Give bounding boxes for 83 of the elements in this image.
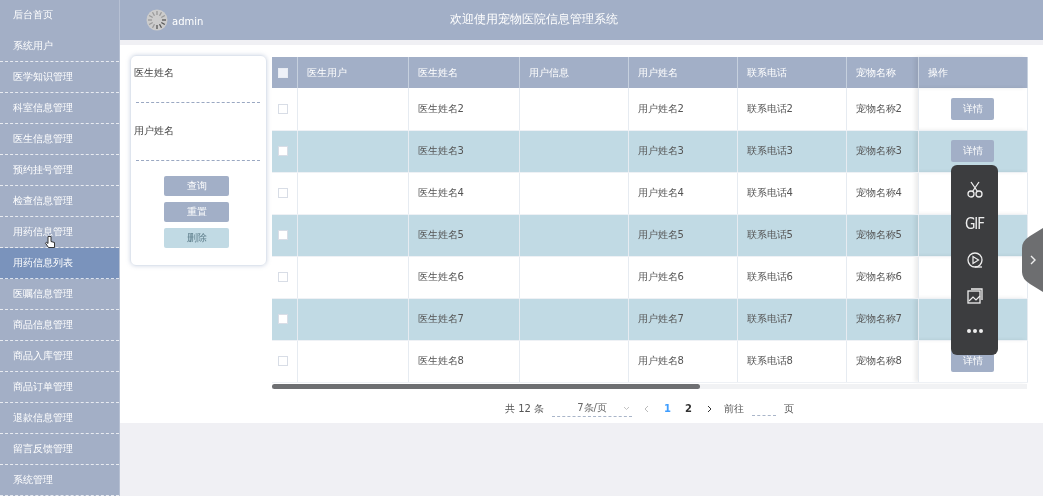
column-header: 医生用户 — [297, 57, 408, 88]
table-cell: 医生姓名3 — [408, 130, 519, 172]
sidebar-item[interactable]: 医嘱信息管理 — [0, 279, 119, 310]
caret-icon — [623, 405, 631, 411]
table-cell: 联系电话5 — [737, 214, 846, 256]
table-cell: 用户姓名8 — [628, 340, 737, 382]
table-cell: 联系电话4 — [737, 172, 846, 214]
table-cell: 用户姓名7 — [628, 298, 737, 340]
page-title: 欢迎使用宠物医院信息管理系统 — [450, 11, 618, 28]
sidebar-item[interactable]: 用药信息列表 — [0, 248, 119, 279]
table-cell: 医生姓名6 — [408, 256, 519, 298]
row-checkbox[interactable] — [278, 272, 288, 282]
sidebar-item[interactable]: 商品订单管理 — [0, 372, 119, 403]
table-cell: 联系电话3 — [737, 130, 846, 172]
field-label: 医生姓名 — [134, 66, 175, 78]
table-cell: 用户姓名4 — [628, 172, 737, 214]
details-button[interactable]: 详情 — [951, 97, 994, 120]
chevron-right-icon[interactable] — [707, 404, 712, 413]
search-panel-button[interactable]: 查询 — [164, 176, 229, 196]
table-cell: 宠物名称4 — [846, 172, 918, 214]
search-panel-button[interactable]: 重置 — [164, 202, 229, 222]
page-number[interactable]: 2 — [682, 403, 695, 414]
select-all-checkbox[interactable] — [278, 67, 288, 78]
column-header: 用户信息 — [519, 57, 628, 88]
table-cell: 宠物名称7 — [846, 298, 918, 340]
sidebar-item[interactable]: 留言反馈管理 — [0, 434, 119, 465]
table-cell: 联系电话8 — [737, 340, 846, 382]
table-cell: 用户姓名6 — [628, 256, 737, 298]
sidebar-item[interactable]: 检查信息管理 — [0, 186, 119, 217]
total-count: 共 12 条 — [505, 401, 545, 416]
column-header: 宠物名称 — [846, 57, 918, 88]
sidebar-item[interactable]: 系统用户 — [0, 31, 119, 62]
sidebar-item[interactable]: 医学知识管理 — [0, 62, 119, 93]
page-size-select[interactable]: 7条/页 — [552, 400, 633, 417]
page-number[interactable]: 1 — [661, 403, 675, 414]
scrollbar-thumb[interactable] — [272, 383, 700, 389]
play-circle-icon[interactable] — [965, 251, 984, 269]
table-cell: 用户姓名5 — [628, 214, 737, 256]
row-checkbox[interactable] — [278, 103, 288, 114]
row-checkbox[interactable] — [278, 356, 288, 366]
username: admin — [172, 15, 204, 27]
details-button[interactable]: 详情 — [951, 140, 994, 162]
column-header: 医生姓名 — [408, 57, 519, 88]
row-checkbox[interactable] — [278, 230, 288, 240]
table-cell: 医生姓名7 — [408, 298, 519, 340]
sidebar-item[interactable]: 科室信息管理 — [0, 93, 119, 124]
row-checkbox[interactable] — [278, 314, 288, 324]
table-cell: 医生姓名8 — [408, 340, 519, 382]
table-cell: 联系电话6 — [737, 256, 846, 298]
chevron-left-icon[interactable] — [644, 404, 650, 413]
avatar-icon — [146, 9, 168, 31]
table-cell: 医生姓名4 — [408, 172, 519, 214]
table-cell: 宠物名称8 — [846, 340, 918, 382]
column-header: 联系电话 — [737, 57, 846, 88]
image-icon[interactable] — [965, 286, 984, 305]
sidebar-item[interactable]: 医生信息管理 — [0, 124, 119, 155]
scissors-icon[interactable] — [965, 179, 984, 198]
sidebar-item[interactable]: 商品入库管理 — [0, 341, 119, 372]
table-cell: 用户姓名3 — [628, 130, 737, 172]
sidebar-item[interactable]: 商品信息管理 — [0, 310, 119, 341]
table-cell: 用户姓名2 — [628, 88, 737, 130]
sidebar-item[interactable]: 退款信息管理 — [0, 403, 119, 434]
hand-cursor-icon — [44, 235, 56, 249]
table-cell: 联系电话2 — [737, 88, 846, 130]
gif-button[interactable]: GIF — [964, 215, 985, 234]
table-cell: 宠物名称5 — [846, 214, 918, 256]
column-header: 用户姓名 — [628, 57, 737, 88]
table-cell: 医生姓名5 — [408, 214, 519, 256]
table-cell: 医生姓名2 — [408, 88, 519, 130]
table-cell: 宠物名称6 — [846, 256, 918, 298]
sidebar-item[interactable]: 系统管理 — [0, 465, 119, 496]
page-suffix: 页 — [784, 401, 794, 416]
sidebar-item[interactable]: 预约挂号管理 — [0, 155, 119, 186]
side-expand-handle[interactable] — [1022, 228, 1043, 292]
table-cell: 联系电话7 — [737, 298, 846, 340]
table-cell: 宠物名称2 — [846, 88, 918, 130]
column-header: 操作 — [918, 57, 1027, 88]
field-label: 用户姓名 — [134, 124, 175, 136]
row-checkbox[interactable] — [278, 188, 288, 198]
table-cell: 宠物名称3 — [846, 130, 918, 172]
row-checkbox[interactable] — [278, 146, 288, 156]
goto-label: 前往 — [724, 401, 744, 416]
sidebar-item[interactable]: 后台首页 — [0, 0, 119, 31]
